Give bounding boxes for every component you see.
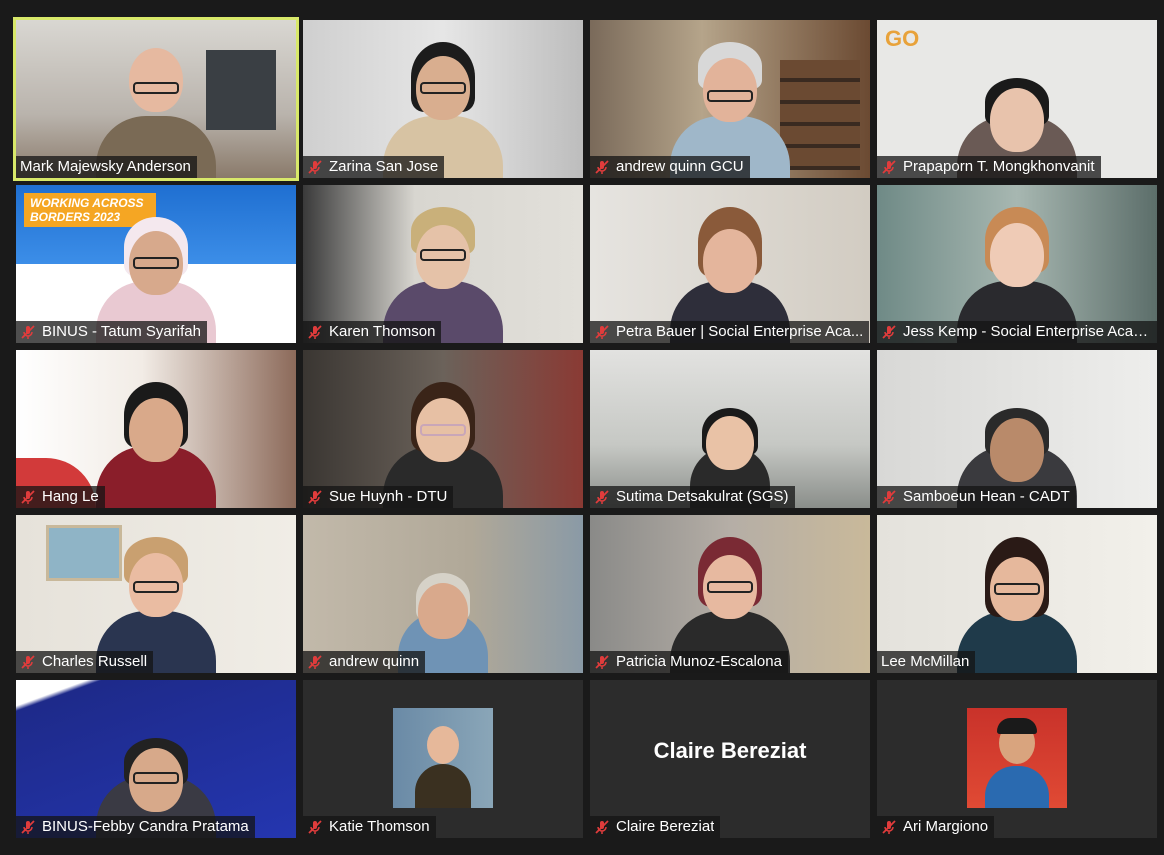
nameplate: Zarina San Jose	[303, 156, 445, 178]
participant-name: Lee McMillan	[881, 653, 970, 670]
nameplate: andrew quinn	[303, 651, 426, 673]
participant-tile[interactable]: Karen Thomson	[303, 185, 583, 343]
participant-tile[interactable]: Patricia Munoz-Escalona	[590, 515, 870, 673]
mic-muted-icon	[595, 820, 609, 834]
participant-name-placeholder: Claire Bereziat	[653, 738, 807, 763]
participant-tile[interactable]: Ari Margiono	[877, 680, 1157, 838]
participant-name: Karen Thomson	[329, 323, 436, 340]
mic-muted-icon	[308, 490, 322, 504]
mic-muted-icon	[595, 490, 609, 504]
participant-tile[interactable]: Katie Thomson	[303, 680, 583, 838]
nameplate: BINUS-Febby Candra Pratama	[16, 816, 255, 838]
mic-muted-icon	[308, 820, 322, 834]
window-background	[206, 50, 276, 130]
mic-muted-icon	[882, 325, 896, 339]
nameplate: Sutima Detsakulrat (SGS)	[590, 486, 795, 508]
logo-go: GO	[885, 26, 920, 51]
nameplate: Lee McMillan	[877, 651, 976, 673]
nameplate: Charles Russell	[16, 651, 154, 673]
participant-tile[interactable]: WORKING ACROSS BORDERS 2023 BINUS - Tatu…	[16, 185, 296, 343]
nameplate: Claire Bereziat	[590, 816, 721, 838]
profile-picture	[967, 708, 1067, 808]
mic-muted-icon	[882, 820, 896, 834]
participant-tile[interactable]: Sutima Detsakulrat (SGS)	[590, 350, 870, 508]
mic-muted-icon	[308, 160, 322, 174]
participant-grid: Mark Majewsky Anderson Zarina San Jose a…	[13, 17, 1157, 838]
video-person	[96, 368, 216, 508]
mic-muted-icon	[21, 655, 35, 669]
mic-muted-icon	[21, 325, 35, 339]
mic-muted-icon	[595, 655, 609, 669]
mic-muted-icon	[21, 820, 35, 834]
nameplate: Samboeun Hean - CADT	[877, 486, 1076, 508]
participant-tile[interactable]: Charles Russell	[16, 515, 296, 673]
participant-tile[interactable]: Jess Kemp - Social Enterprise Acad...	[877, 185, 1157, 343]
nameplate: Patricia Munoz-Escalona	[590, 651, 788, 673]
nameplate: Sue Huynh - DTU	[303, 486, 454, 508]
participant-tile[interactable]: Lee McMillan	[877, 515, 1157, 673]
participant-tile[interactable]: Zarina San Jose	[303, 20, 583, 178]
mic-muted-icon	[882, 160, 896, 174]
participant-tile[interactable]: BINUS-Febby Candra Pratama	[16, 680, 296, 838]
participant-name: Mark Majewsky Anderson	[20, 158, 191, 175]
participant-name: Jess Kemp - Social Enterprise Acad...	[903, 323, 1151, 340]
participant-name: Claire Bereziat	[616, 818, 715, 835]
nameplate: Ari Margiono	[877, 816, 995, 838]
mic-muted-icon	[882, 490, 896, 504]
participant-name: Petra Bauer | Social Enterprise Aca...	[616, 323, 864, 340]
participant-name: Charles Russell	[42, 653, 148, 670]
participant-tile[interactable]: GO Prapaporn T. Mongkhonvanit	[877, 20, 1157, 178]
nameplate: andrew quinn GCU	[590, 156, 750, 178]
nameplate: Petra Bauer | Social Enterprise Aca...	[590, 321, 870, 343]
participant-name: andrew quinn	[329, 653, 420, 670]
participant-tile[interactable]: Mark Majewsky Anderson	[13, 17, 299, 181]
participant-name: Zarina San Jose	[329, 158, 439, 175]
nameplate: Mark Majewsky Anderson	[16, 156, 197, 178]
participant-tile[interactable]: Sue Huynh - DTU	[303, 350, 583, 508]
participant-tile[interactable]: Samboeun Hean - CADT	[877, 350, 1157, 508]
participant-tile[interactable]: Petra Bauer | Social Enterprise Aca...	[590, 185, 870, 343]
profile-picture	[393, 708, 493, 808]
participant-name: BINUS - Tatum Syarifah	[42, 323, 201, 340]
participant-name: Prapaporn T. Mongkhonvanit	[903, 158, 1095, 175]
participant-tile[interactable]: andrew quinn GCU	[590, 20, 870, 178]
participant-name: andrew quinn GCU	[616, 158, 744, 175]
nameplate: Hang Le	[16, 486, 105, 508]
nameplate: BINUS - Tatum Syarifah	[16, 321, 207, 343]
nameplate: Katie Thomson	[303, 816, 436, 838]
mic-muted-icon	[21, 490, 35, 504]
participant-name: Hang Le	[42, 488, 99, 505]
participant-tile[interactable]: andrew quinn	[303, 515, 583, 673]
mic-muted-icon	[595, 325, 609, 339]
participant-name: Sue Huynh - DTU	[329, 488, 448, 505]
participant-name: Katie Thomson	[329, 818, 430, 835]
participant-tile[interactable]: Claire Bereziat Claire Bereziat	[590, 680, 870, 838]
participant-name: BINUS-Febby Candra Pratama	[42, 818, 249, 835]
mic-muted-icon	[595, 160, 609, 174]
nameplate: Prapaporn T. Mongkhonvanit	[877, 156, 1101, 178]
participant-name: Ari Margiono	[903, 818, 989, 835]
nameplate: Jess Kemp - Social Enterprise Acad...	[877, 321, 1157, 343]
participant-name: Sutima Detsakulrat (SGS)	[616, 488, 789, 505]
participant-name: Patricia Munoz-Escalona	[616, 653, 782, 670]
participant-name: Samboeun Hean - CADT	[903, 488, 1070, 505]
bookshelf	[780, 60, 860, 170]
nameplate: Karen Thomson	[303, 321, 442, 343]
mic-muted-icon	[308, 655, 322, 669]
participant-tile[interactable]: Hang Le	[16, 350, 296, 508]
mic-muted-icon	[308, 325, 322, 339]
